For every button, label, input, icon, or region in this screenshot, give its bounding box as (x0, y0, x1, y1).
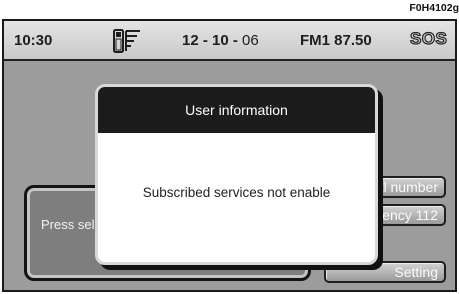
display-screen: 10:30 12 - 10 - 06 FM1 87.50 SOS nal num… (2, 19, 457, 292)
popup-message: Subscribed services not enable (142, 185, 331, 200)
date-display: 12 - 10 - 06 (182, 32, 259, 49)
background-dialog-text: Press sele (41, 217, 102, 232)
radio-frequency: FM1 87.50 (300, 32, 372, 49)
status-bar: 10:30 12 - 10 - 06 FM1 87.50 SOS (4, 21, 455, 61)
phone-signal-icon (113, 29, 140, 53)
sos-indicator[interactable]: SOS (409, 28, 447, 49)
clock-time: 10:30 (14, 32, 53, 49)
popup-title: User information (98, 87, 375, 133)
user-information-popup[interactable]: User information Subscribed services not… (95, 84, 378, 265)
date-day-month: 12 - 10 - (182, 32, 243, 49)
figure-code: F0H4102g (409, 2, 459, 14)
date-year: 06 (242, 32, 259, 49)
